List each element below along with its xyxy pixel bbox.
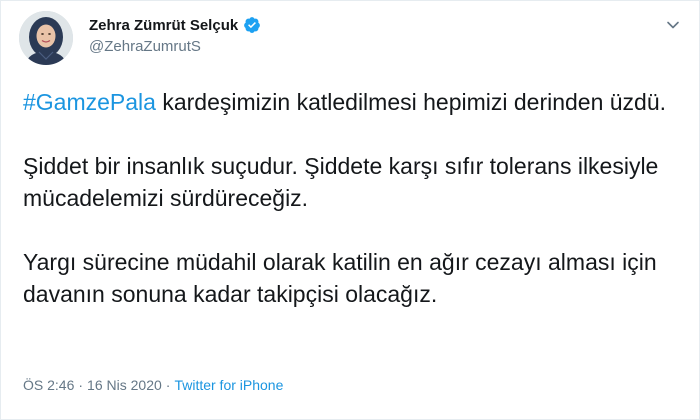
author-name-row: Zehra Zümrüt Selçuk	[89, 16, 261, 34]
tweet-paragraph-1-text: kardeşimizin katledilmesi hepimizi derin…	[155, 89, 667, 115]
chevron-down-icon[interactable]	[663, 15, 683, 35]
meta-separator-2: ·	[165, 377, 171, 393]
hashtag-link[interactable]: #GamzePala	[23, 89, 156, 115]
verified-badge-icon	[243, 16, 261, 34]
tweet-meta: ÖS 2:46 · 16 Nis 2020 · Twitter for iPhone	[23, 377, 283, 393]
avatar[interactable]	[19, 11, 73, 65]
tweet-date[interactable]: 16 Nis 2020	[87, 377, 162, 393]
author-display-name[interactable]: Zehra Zümrüt Selçuk	[89, 17, 238, 34]
author-handle[interactable]: @ZehraZumrutS	[89, 38, 201, 55]
profile-photo-icon	[19, 11, 73, 65]
tweet-time[interactable]: ÖS 2:46	[23, 377, 74, 393]
tweet-source-link[interactable]: Twitter for iPhone	[174, 377, 283, 393]
tweet-paragraph-2: Şiddet bir insanlık suçudur. Şiddete kar…	[23, 153, 659, 211]
tweet-paragraph-1: #GamzePala kardeşimizin katledilmesi hep…	[23, 86, 683, 118]
meta-separator: ·	[78, 377, 84, 393]
tweet-body: #GamzePala kardeşimizin katledilmesi hep…	[23, 86, 683, 310]
tweet-paragraph-3: Yargı sürecine müdahil olarak katilin en…	[23, 249, 657, 307]
tweet-card: Zehra Zümrüt Selçuk @ZehraZumrutS #Gamze…	[0, 0, 700, 420]
